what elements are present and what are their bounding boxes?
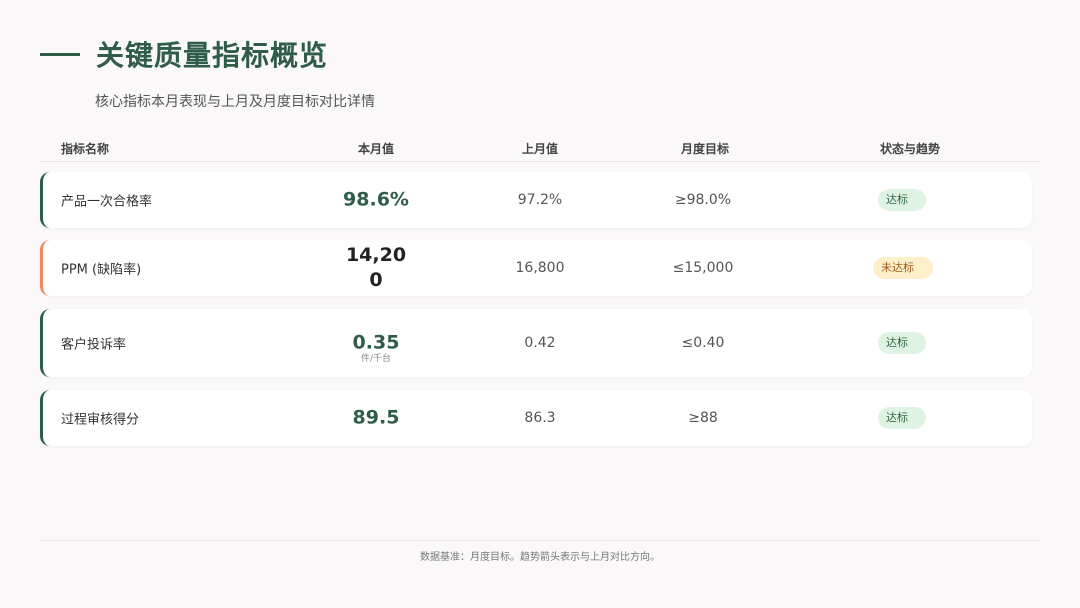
- table-row: 过程审核得分 89.5 86.3 ≥88 达标: [40, 390, 1032, 446]
- metric-name: 过程审核得分: [61, 412, 140, 428]
- metric-name: 产品一次合格率: [61, 194, 153, 210]
- page-subtitle: 核心指标本月表现与上月及月度目标对比详情: [95, 94, 375, 110]
- current-value: 14,200: [345, 244, 407, 291]
- current-value-unit: 件/千台: [360, 354, 392, 364]
- last-month-value: 97.2%: [517, 192, 563, 208]
- status-badge: 达标: [878, 407, 926, 429]
- last-month-value: 0.42: [524, 335, 556, 351]
- monthly-target: ≤15,000: [672, 260, 734, 276]
- current-value: 98.6%: [343, 188, 409, 211]
- column-header-last: 上月值: [522, 142, 559, 156]
- table-row: PPM (缺陷率) 14,200 16,800 ≤15,000 未达标: [40, 240, 1032, 296]
- status-badge: 达标: [878, 332, 926, 354]
- table-header: 指标名称 本月值 上月值 月度目标 状态与趋势: [40, 134, 1040, 162]
- last-month-value: 16,800: [515, 260, 565, 276]
- current-value: 89.5: [352, 406, 400, 429]
- column-header-target: 月度目标: [681, 142, 730, 156]
- title-row: 关键质量指标概览: [40, 34, 328, 74]
- page: 关键质量指标概览 核心指标本月表现与上月及月度目标对比详情 指标名称 本月值 上…: [0, 0, 1080, 608]
- metric-name: 客户投诉率: [61, 337, 127, 353]
- column-header-current: 本月值: [358, 142, 395, 156]
- status-badge: 达标: [878, 189, 926, 211]
- column-header-status: 状态与趋势: [880, 142, 941, 156]
- monthly-target: ≥88: [688, 410, 718, 426]
- title-accent-line: [40, 52, 80, 56]
- page-title: 关键质量指标概览: [96, 39, 329, 72]
- status-badge: 未达标: [873, 257, 933, 279]
- monthly-target: ≥98.0%: [674, 192, 732, 208]
- monthly-target: ≤0.40: [681, 335, 725, 351]
- footer-divider: [40, 540, 1040, 541]
- last-month-value: 86.3: [524, 410, 556, 426]
- footer-note: 数据基准：月度目标。趋势箭头表示与上月对比方向。: [420, 552, 660, 563]
- metric-name: PPM (缺陷率): [61, 262, 142, 278]
- column-header-name: 指标名称: [61, 142, 110, 156]
- table-row: 产品一次合格率 98.6% 97.2% ≥98.0% 达标: [40, 172, 1032, 228]
- table-row: 客户投诉率 0.35 件/千台 0.42 ≤0.40 达标: [40, 309, 1032, 377]
